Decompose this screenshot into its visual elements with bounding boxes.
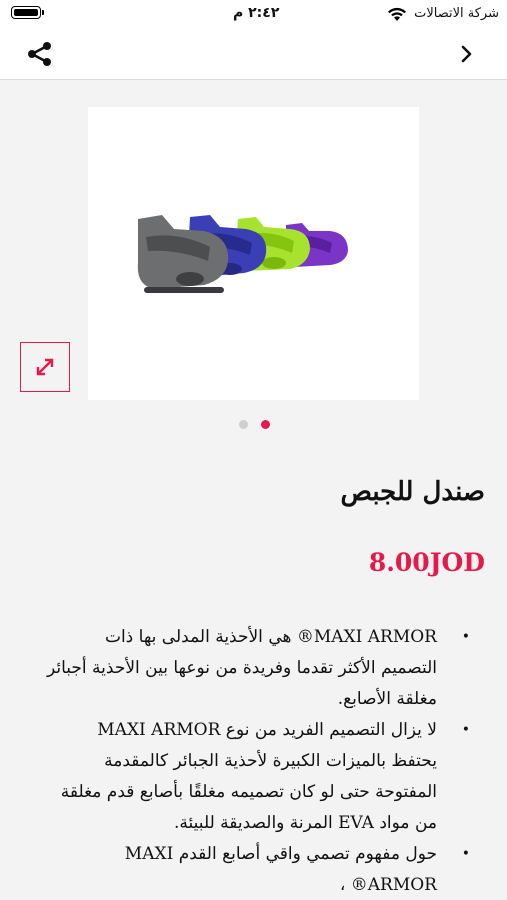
gallery-pagination (0, 420, 507, 430)
product-image[interactable] (88, 107, 419, 400)
status-time: ٢:٤٢ م (233, 5, 280, 21)
chevron-right-icon[interactable] (457, 42, 477, 66)
status-bar: ٢:٤٢ م شركة الاتصالات (0, 0, 507, 30)
expand-icon (36, 358, 54, 376)
battery-icon (11, 6, 44, 19)
description-item: حول مفهوم تصمي واقي أصابع القدم MAXI ARM… (47, 839, 470, 900)
carrier-name: شركة الاتصالات (414, 6, 499, 21)
product-description: MAXI ARMOR® هي الأحذية المدلى بها ذات ال… (47, 622, 470, 900)
nav-bar (0, 30, 507, 80)
description-item: MAXI ARMOR® هي الأحذية المدلى بها ذات ال… (47, 622, 470, 715)
description-item: لا يزال التصميم الفريد من نوع MAXI ARMOR… (47, 715, 470, 839)
product-title: صندل للجبص (340, 477, 485, 507)
pagination-dot-2-active[interactable] (261, 420, 270, 429)
zoom-button[interactable] (20, 342, 70, 392)
product-price: 8.00JOD (368, 548, 485, 577)
share-icon[interactable] (26, 40, 54, 68)
wifi-icon (388, 7, 406, 21)
post-op-shoes-image (137, 215, 348, 293)
pagination-dot-1[interactable] (239, 420, 248, 429)
